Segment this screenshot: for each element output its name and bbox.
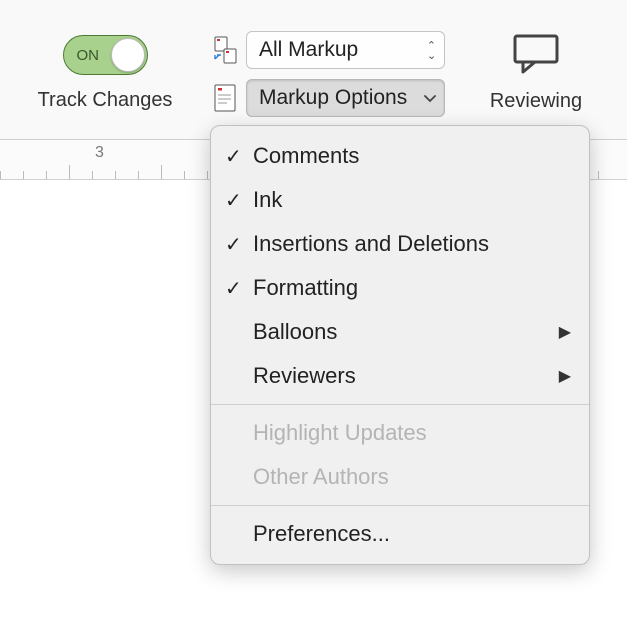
toggle-knob	[111, 38, 145, 72]
ribbon: ON Track Changes All Markup ⌃⌃	[0, 0, 627, 140]
markup-display-value: All Markup	[259, 38, 358, 62]
track-changes-group: ON Track Changes	[0, 20, 210, 112]
menu-separator	[211, 404, 589, 405]
markup-options-menu: ✓ Comments ✓ Ink ✓ Insertions and Deleti…	[210, 125, 590, 565]
menu-item-label: Formatting	[253, 275, 571, 301]
markup-options-row: Markup Options	[210, 78, 445, 118]
menu-item-insertions-deletions[interactable]: ✓ Insertions and Deletions	[211, 222, 589, 266]
markup-display-dropdown[interactable]: All Markup ⌃⌃	[246, 31, 445, 69]
reviewing-group: Reviewing	[445, 20, 627, 113]
chevron-down-icon	[424, 90, 436, 106]
markup-options-button[interactable]: Markup Options	[246, 79, 445, 117]
menu-item-label: Insertions and Deletions	[253, 231, 571, 257]
menu-item-label: Reviewers	[253, 363, 559, 389]
menu-item-reviewers[interactable]: Reviewers ▶	[211, 354, 589, 398]
menu-item-label: Ink	[253, 187, 571, 213]
markup-options-label: Markup Options	[259, 86, 407, 110]
reviewing-pane-button[interactable]	[509, 32, 563, 76]
submenu-arrow-icon: ▶	[559, 366, 571, 386]
menu-separator	[211, 505, 589, 506]
menu-item-label: Comments	[253, 143, 571, 169]
menu-item-comments[interactable]: ✓ Comments	[211, 134, 589, 178]
ruler-number: 3	[95, 144, 104, 162]
markup-group: All Markup ⌃⌃ Markup Options	[210, 20, 445, 126]
checkmark-icon: ✓	[225, 276, 253, 301]
menu-item-balloons[interactable]: Balloons ▶	[211, 310, 589, 354]
checkmark-icon: ✓	[225, 232, 253, 257]
dropdown-stepper-icon: ⌃⌃	[427, 42, 436, 58]
markup-display-row: All Markup ⌃⌃	[210, 30, 445, 70]
menu-item-preferences[interactable]: Preferences...	[211, 512, 589, 556]
track-changes-caption: Track Changes	[0, 89, 210, 112]
toggle-on-text: ON	[77, 47, 100, 64]
menu-item-label: Other Authors	[253, 464, 571, 490]
checkmark-icon: ✓	[225, 144, 253, 169]
menu-item-ink[interactable]: ✓ Ink	[211, 178, 589, 222]
menu-item-label: Highlight Updates	[253, 420, 571, 446]
markup-options-icon	[210, 82, 242, 114]
menu-item-highlight-updates: Highlight Updates	[211, 411, 589, 455]
checkmark-icon: ✓	[225, 188, 253, 213]
menu-item-formatting[interactable]: ✓ Formatting	[211, 266, 589, 310]
submenu-arrow-icon: ▶	[559, 322, 571, 342]
markup-display-icon	[210, 34, 242, 66]
track-changes-toggle[interactable]: ON	[63, 35, 148, 75]
menu-item-label: Preferences...	[253, 521, 571, 547]
menu-item-label: Balloons	[253, 319, 559, 345]
reviewing-caption: Reviewing	[445, 90, 627, 113]
menu-item-other-authors: Other Authors	[211, 455, 589, 499]
